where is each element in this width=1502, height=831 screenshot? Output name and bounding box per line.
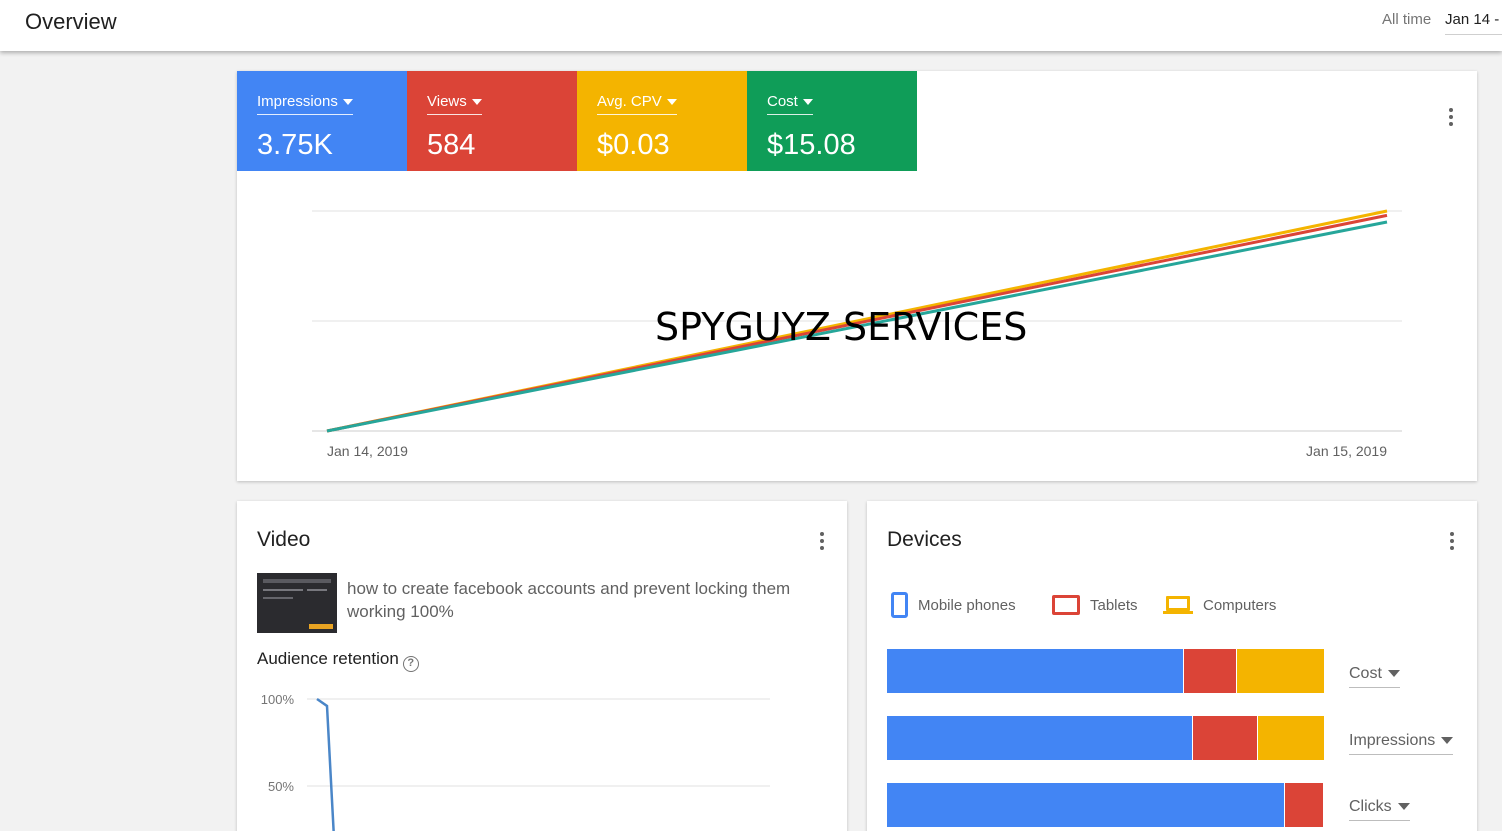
date-range-picker[interactable]: Jan 14 -: [1445, 11, 1502, 35]
more-options-icon[interactable]: [820, 532, 824, 550]
devices-metric-selector-cost[interactable]: Cost: [1349, 665, 1400, 688]
legend-computers: Computers: [1163, 591, 1276, 619]
metric-tile-impressions[interactable]: Impressions 3.75K: [237, 71, 407, 171]
more-options-icon[interactable]: [1449, 108, 1453, 126]
retention-line: [316, 697, 335, 831]
bar-segment-tablets: [1284, 783, 1324, 827]
stacked-bar-clicks: [887, 783, 1324, 827]
metric-value-cost: $15.08: [767, 129, 856, 161]
performance-card: Impressions 3.75K Views 584 Avg. CPV $0.…: [237, 71, 1477, 481]
metric-tile-avg-cpv[interactable]: Avg. CPV $0.03: [577, 71, 747, 171]
devices-metric-selector-clicks[interactable]: Clicks: [1349, 798, 1410, 821]
dropdown-caret-icon: [1441, 737, 1454, 745]
bar-segment-mobile-phones: [887, 783, 1285, 827]
bar-segment-mobile-phones: [887, 716, 1193, 760]
video-thumbnail[interactable]: [257, 573, 337, 633]
dropdown-caret-icon: [666, 99, 677, 106]
stacked-bar-impressions: [887, 716, 1324, 760]
help-icon[interactable]: ?: [402, 656, 419, 672]
metric-selector-cost[interactable]: Cost: [767, 93, 813, 115]
dropdown-caret-icon: [471, 99, 482, 106]
x-tick-label: Jan 14, 2019: [327, 443, 408, 459]
devices-card-title: Devices: [887, 528, 962, 551]
tablet-icon: [1052, 595, 1080, 615]
bar-segment-computers: [1236, 649, 1324, 693]
metric-value-impressions: 3.75K: [257, 129, 333, 161]
date-range-label: All time: [1382, 11, 1432, 28]
dropdown-caret-icon: [802, 99, 813, 106]
metric-selector-avg-cpv[interactable]: Avg. CPV: [597, 93, 677, 115]
dropdown-caret-icon: [1397, 803, 1410, 811]
more-options-icon[interactable]: [1450, 532, 1454, 550]
y-tick-label: 50%: [268, 779, 294, 794]
laptop-icon: [1163, 594, 1193, 616]
bar-segment-tablets: [1192, 716, 1259, 760]
audience-retention-chart: 100% 50%: [261, 692, 770, 831]
metric-tile-cost[interactable]: Cost $15.08: [747, 71, 917, 171]
devices-metric-selector-impressions[interactable]: Impressions: [1349, 732, 1454, 755]
metric-selector-impressions[interactable]: Impressions: [257, 93, 353, 115]
metric-tile-views[interactable]: Views 584: [407, 71, 577, 171]
metric-selector-views[interactable]: Views: [427, 93, 482, 115]
stacked-bar-cost: [887, 649, 1324, 693]
x-tick-label: Jan 15, 2019: [1306, 443, 1387, 459]
bar-segment-computers: [1258, 716, 1324, 760]
video-title-link[interactable]: how to create facebook accounts and prev…: [347, 577, 817, 623]
y-tick-label: 100%: [261, 692, 295, 707]
bar-segment-tablets: [1184, 649, 1237, 693]
audience-retention-label: Audience retention?: [257, 649, 419, 672]
top-header: Overview All time Jan 14 -: [0, 0, 1502, 51]
metric-value-avg-cpv: $0.03: [597, 129, 670, 161]
page-title: Overview: [25, 9, 117, 34]
video-card: Video how to create facebook accounts an…: [237, 501, 847, 831]
phone-icon: [891, 592, 908, 618]
legend-tablets: Tablets: [1052, 591, 1138, 619]
video-card-title: Video: [257, 528, 311, 551]
dropdown-caret-icon: [342, 99, 353, 106]
legend-mobile-phones: Mobile phones: [891, 591, 1016, 619]
metric-value-views: 584: [427, 129, 476, 161]
bar-segment-mobile-phones: [887, 649, 1185, 693]
devices-card: Devices Mobile phones Tablets Computers …: [867, 501, 1477, 831]
dropdown-caret-icon: [1387, 670, 1400, 678]
watermark-text: SPYGUYZ SERVICES: [655, 305, 1028, 349]
